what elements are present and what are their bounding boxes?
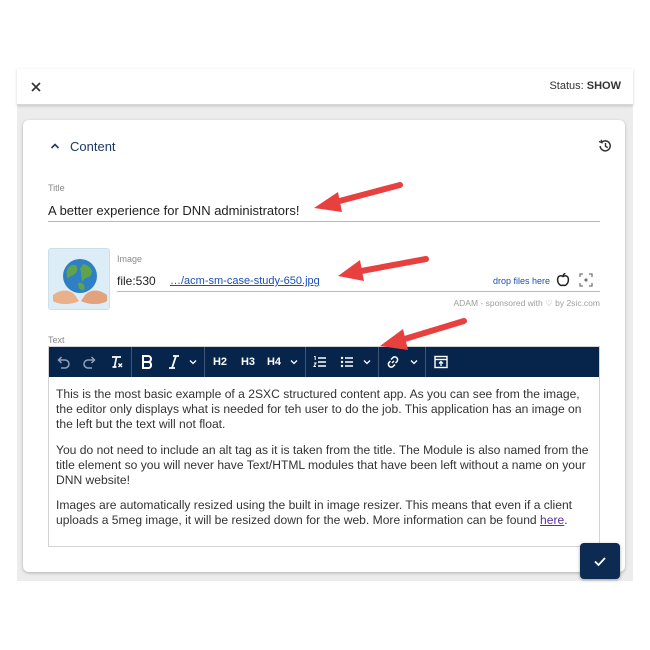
status-label: Status:	[549, 80, 584, 92]
bold-icon	[142, 355, 153, 369]
image-field: file:530 …/acm-sm-case-study-650.jpg dro…	[117, 270, 600, 292]
link-button[interactable]	[379, 347, 407, 377]
chevron-down-icon	[290, 360, 298, 365]
editor-content[interactable]: This is the most basic example of a 2SXC…	[56, 387, 592, 539]
content-card: Content Title Image file:530 …/acm-sm-ca…	[23, 120, 625, 572]
numbered-list-icon	[313, 356, 326, 367]
close-icon	[31, 82, 41, 92]
check-icon	[594, 557, 606, 567]
editor-toolbar: H2 H3 H4	[49, 347, 599, 377]
more-info-link[interactable]: here	[540, 513, 564, 527]
h3-label: H3	[240, 356, 256, 368]
section-title: Content	[70, 138, 116, 154]
h4-label: H4	[266, 356, 282, 368]
heading-4-button[interactable]: H4	[261, 347, 287, 377]
link-icon	[387, 356, 399, 368]
bullet-list-icon	[340, 356, 353, 368]
list-dropdown[interactable]	[360, 347, 374, 377]
insert-page-button[interactable]	[426, 347, 456, 377]
page-icon	[434, 355, 448, 369]
title-label: Title	[48, 183, 65, 193]
apple-icon[interactable]	[555, 272, 571, 288]
adam-credit: ADAM - sponsored with ♡ by 2sic.com	[453, 298, 600, 308]
italic-dropdown[interactable]	[186, 347, 200, 377]
bold-button[interactable]	[132, 347, 162, 377]
heading-dropdown[interactable]	[287, 347, 301, 377]
rich-text-editor: H2 H3 H4 This is the most basic example …	[48, 346, 600, 547]
close-button[interactable]	[27, 78, 45, 96]
clear-format-icon	[112, 356, 123, 368]
image-file-id: file:530	[117, 274, 156, 288]
heading-2-button[interactable]: H2	[205, 347, 235, 377]
h2-label: H2	[212, 356, 228, 368]
globe-in-hands-image	[49, 249, 109, 309]
link-dropdown[interactable]	[407, 347, 421, 377]
chevron-up-icon	[50, 143, 60, 149]
title-input[interactable]	[48, 200, 600, 222]
image-thumbnail[interactable]	[48, 248, 110, 310]
status-value: SHOW	[586, 80, 621, 92]
text-label: Text	[48, 335, 65, 345]
paragraph: You do not need to include an alt tag as…	[56, 442, 589, 488]
heading-3-button[interactable]: H3	[235, 347, 261, 377]
undo-icon	[57, 356, 70, 369]
image-file-link[interactable]: …/acm-sm-case-study-650.jpg	[170, 275, 320, 287]
redo-icon	[83, 356, 96, 369]
redo-button[interactable]	[77, 347, 103, 377]
top-bar: Status: SHOW	[17, 69, 633, 105]
section-toggle[interactable]: Content	[50, 138, 116, 154]
save-button[interactable]	[580, 543, 620, 579]
chevron-down-icon	[363, 360, 371, 365]
drop-files-link[interactable]: drop files here	[493, 276, 550, 286]
paragraph-with-link: Images are automatically resized using t…	[56, 498, 592, 528]
bullet-list-button[interactable]	[334, 347, 360, 377]
chevron-down-icon	[410, 360, 418, 365]
image-label: Image	[117, 254, 143, 264]
italic-button[interactable]	[162, 347, 186, 377]
undo-button[interactable]	[49, 347, 77, 377]
numbered-list-button[interactable]	[306, 347, 334, 377]
italic-icon	[169, 355, 179, 369]
focus-icon[interactable]	[579, 273, 593, 287]
clear-format-button[interactable]	[103, 347, 131, 377]
paragraph-text: Images are automatically resized using t…	[56, 498, 573, 528]
paragraph: This is the most basic example of a 2SXC…	[56, 387, 582, 432]
status-indicator[interactable]: Status: SHOW	[549, 80, 621, 92]
chevron-down-icon	[189, 360, 197, 365]
history-icon[interactable]	[597, 138, 613, 154]
paragraph-end: .	[564, 513, 568, 528]
